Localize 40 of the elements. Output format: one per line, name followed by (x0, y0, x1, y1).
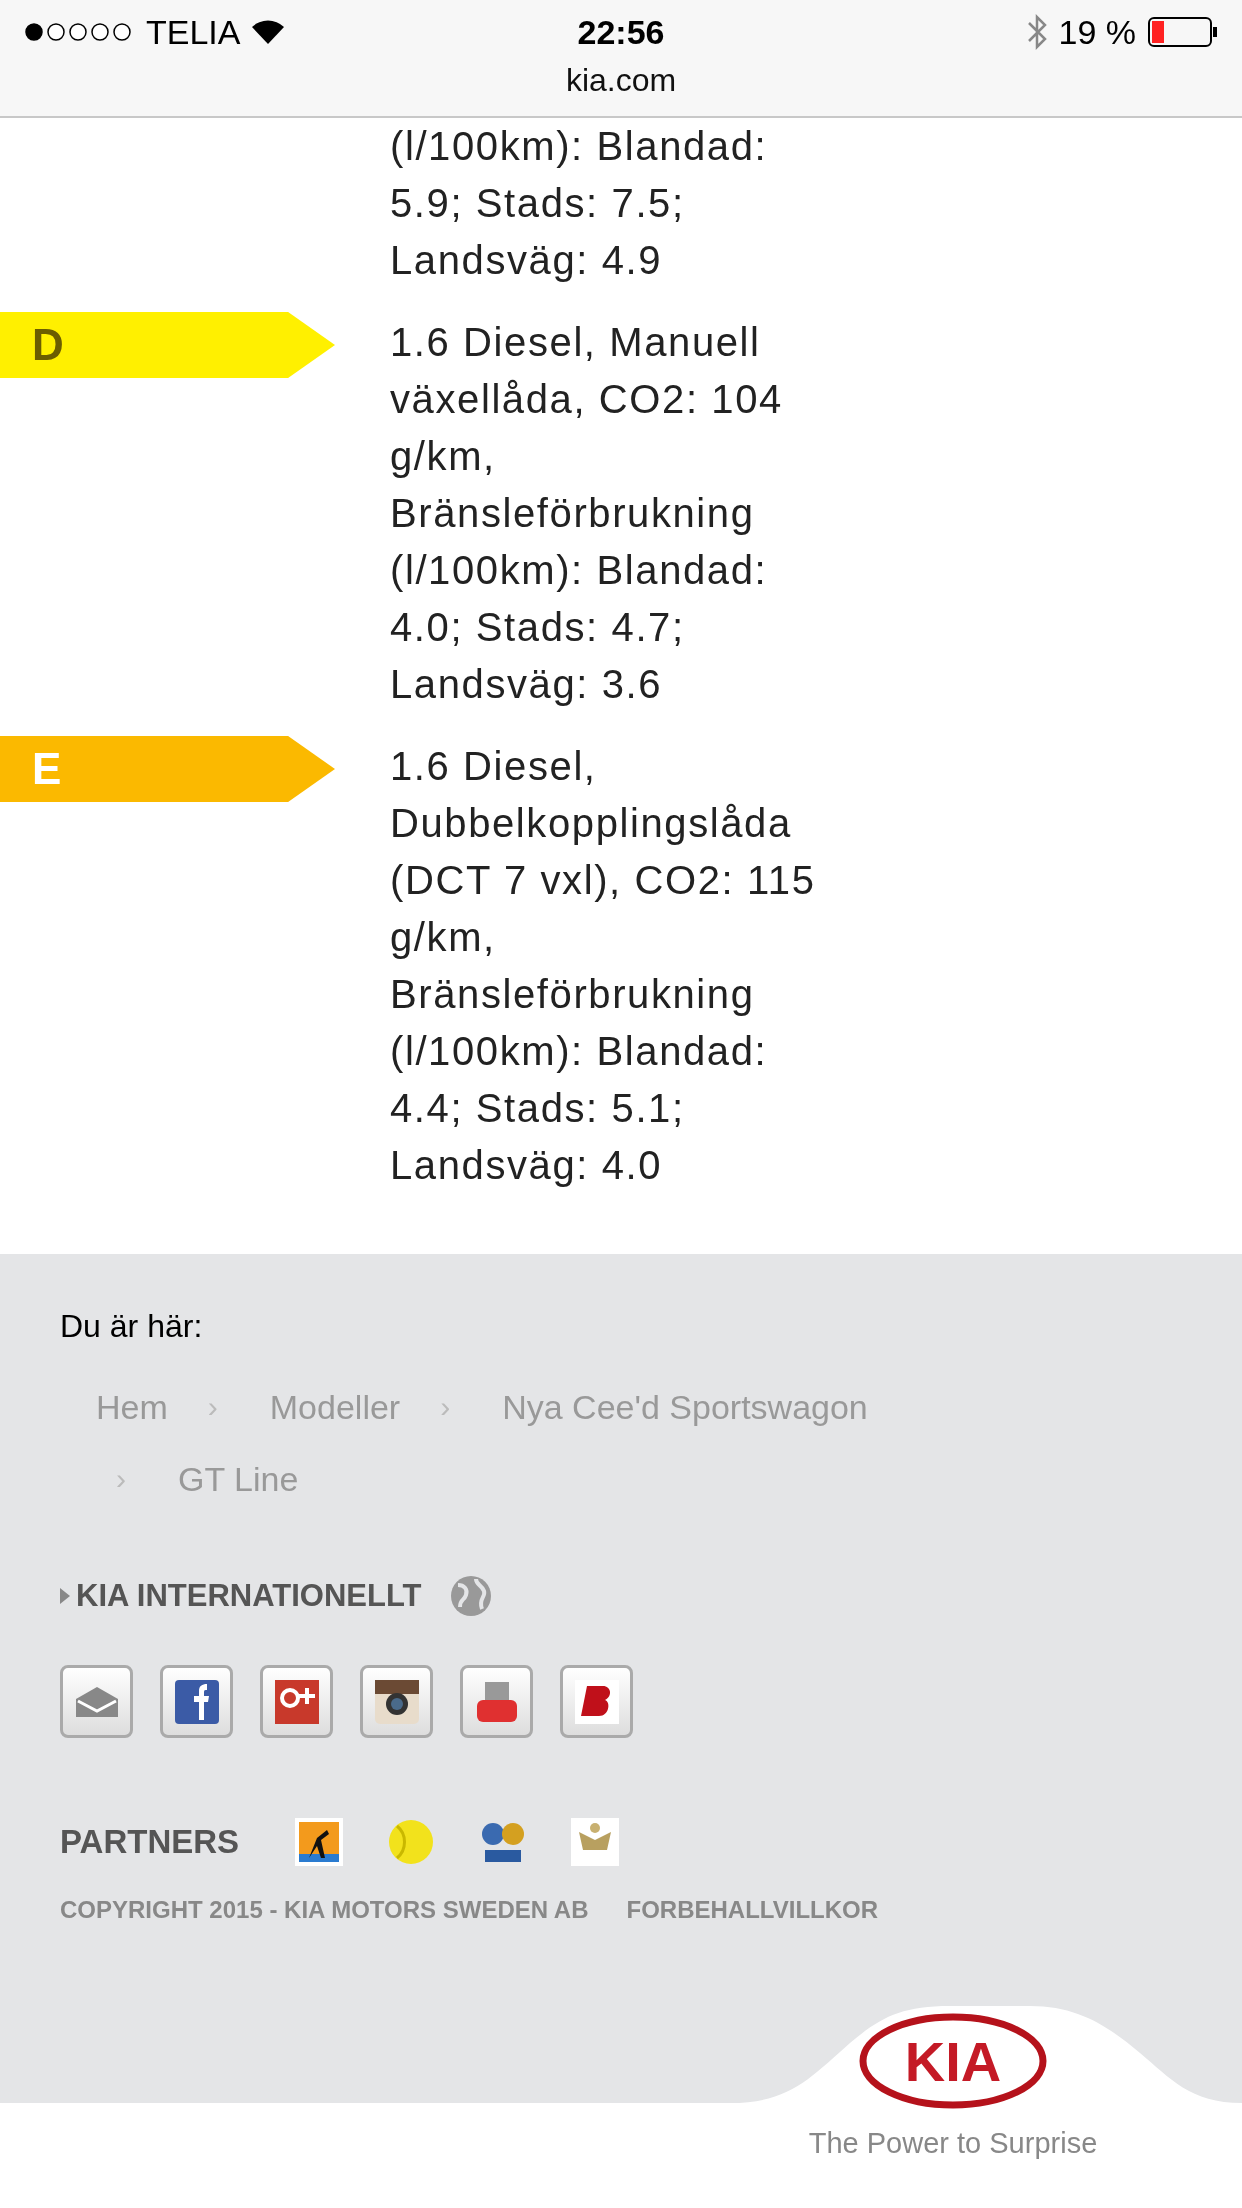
social-button[interactable] (160, 1665, 233, 1738)
breadcrumb-link[interactable]: Nya Cee'd Sportswagon (502, 1387, 868, 1427)
social-button[interactable] (360, 1665, 433, 1738)
partners-heading: PARTNERS (60, 1823, 240, 1861)
energy-class-label: D (0, 312, 335, 378)
camera-icon (374, 1679, 419, 1724)
globe-icon (449, 1575, 492, 1617)
consumption-text: 1.6 Diesel, Dubbelkopplingslåda (DCT 7 vxl), CO2: 115 g/km, Bränsleförbrukning (l/100km): Blandad: 4.4; Stads: 5.1; Landsväg: 4.0 (390, 743, 817, 1189)
terms-link[interactable]: FORBEHALLVILLKOR (626, 1896, 879, 1924)
chevron-separator: › (440, 1390, 451, 1424)
copyright-text: COPYRIGHT 2015 - KIA MOTORS SWEDEN AB (60, 1896, 589, 1924)
social-button[interactable] (560, 1665, 633, 1738)
chevron-separator: › (207, 1390, 218, 1424)
crest-icon (571, 1818, 620, 1866)
page-url[interactable]: kia.com (565, 62, 677, 99)
google-plus-icon (274, 1679, 319, 1724)
carrier-name: TELIA (146, 12, 241, 52)
clock-time: 22:56 (577, 12, 665, 52)
battery-percent: 19 % (1058, 12, 1136, 52)
breadcrumb-link[interactable]: Hem (96, 1387, 168, 1427)
kia-logo: KIA (858, 2013, 1048, 2109)
tennis-player-icon (295, 1818, 344, 1866)
chevron-separator: › (116, 1462, 126, 1496)
wifi-icon (252, 20, 285, 44)
caret-icon (60, 1588, 70, 1604)
consumption-text: (l/100km): Blandad: 5.9; Stads: 7.5; Landsväg: 4.9 (390, 123, 769, 284)
consumption-text: 1.6 Diesel, Manuell växellåda, CO2: 104 g/km, Bränsleförbrukning (l/100km): Blandad: 4.0; Stads: 4.7; Landsväg: 3.6 (390, 319, 784, 708)
tennis-ball-icon (387, 1818, 436, 1866)
energy-class-label: E (0, 736, 335, 802)
battery-icon (1148, 17, 1218, 47)
international-link[interactable]: KIA INTERNATIONELLT (60, 1578, 422, 1614)
tagline: The Power to Surprise (808, 2127, 1098, 2160)
breadcrumb-link[interactable]: GT Line (178, 1459, 299, 1499)
blog-icon (574, 1679, 619, 1724)
breadcrumb-link[interactable]: Modeller (269, 1387, 401, 1427)
breadcrumb-title: Du är här: (60, 1308, 204, 1345)
mail-icon (73, 1684, 120, 1719)
signal-icon (24, 22, 134, 42)
bluetooth-icon (1026, 14, 1047, 50)
facebook-icon (174, 1679, 219, 1724)
